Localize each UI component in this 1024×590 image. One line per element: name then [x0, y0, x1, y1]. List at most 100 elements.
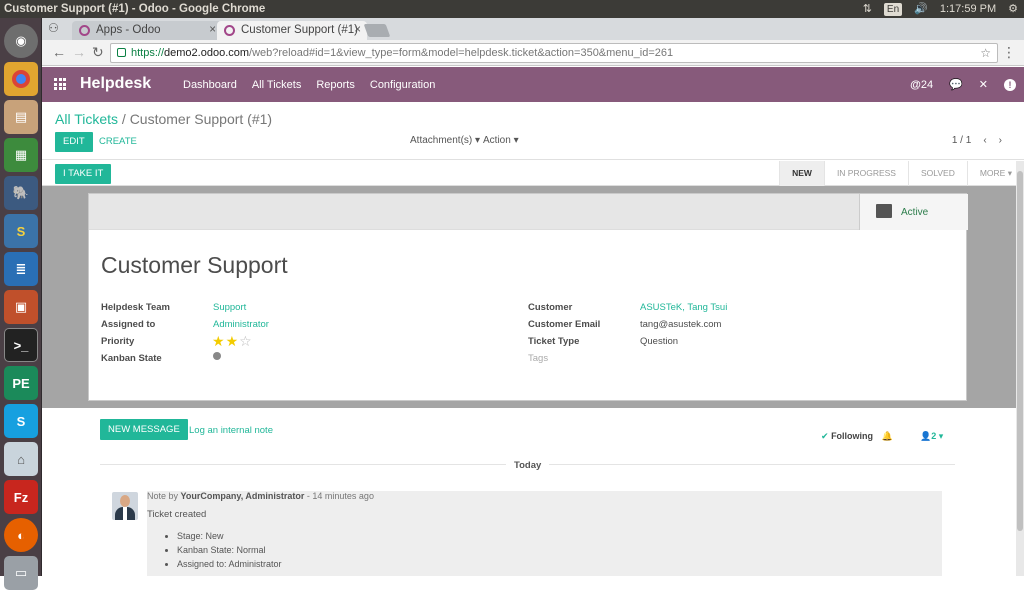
bookmark-star-icon[interactable]: ☆	[980, 44, 991, 62]
tab-label: Customer Support (#1)	[241, 24, 358, 36]
priority-stars: ★★☆	[212, 333, 253, 350]
star-filled-icon[interactable]: ★	[212, 333, 226, 349]
breadcrumb-all-tickets[interactable]: All Tickets	[55, 111, 118, 127]
skype-launcher-icon[interactable]: S	[4, 404, 38, 438]
pycharm-launcher-icon[interactable]: PE	[4, 366, 38, 400]
software-center-launcher-icon[interactable]: ⌂	[4, 442, 38, 476]
mentions-indicator[interactable]: @24	[910, 79, 933, 91]
forward-arrow-icon[interactable]: →	[72, 44, 86, 60]
field-label: Helpdesk Team	[101, 302, 170, 313]
stage-in-progress[interactable]: IN PROGRESS	[823, 161, 908, 186]
breadcrumb-current: Customer Support (#1)	[129, 111, 273, 127]
message-author[interactable]: YourCompany, Administrator	[181, 491, 305, 501]
stage-pipeline: NEW IN PROGRESS SOLVED MORE ▾	[779, 161, 1024, 186]
incognito-icon: ⚇	[48, 21, 59, 35]
power-gear-icon[interactable]: ⚙	[1008, 0, 1018, 18]
new-tab-button[interactable]	[363, 24, 391, 37]
menu-dashboard[interactable]: Dashboard	[183, 79, 237, 91]
check-icon: ✔	[821, 431, 829, 441]
tracking-change-item: Kanban State: Normal	[177, 543, 282, 557]
app-switcher-grid-icon[interactable]	[54, 78, 66, 90]
active-toggle-button[interactable]: Active	[859, 194, 968, 230]
python-launcher-icon[interactable]: S	[4, 214, 38, 248]
log-note-button[interactable]: Log an internal note	[189, 425, 273, 436]
message-time: - 14 minutes ago	[306, 491, 374, 501]
odoo-favicon-icon	[79, 25, 90, 36]
mentions-count: 24	[920, 78, 934, 91]
writer-launcher-icon[interactable]: ≣	[4, 252, 38, 286]
record-pager: 1 / 1 ‹ ›	[952, 135, 1002, 146]
chat-bubbles-icon[interactable]: 💬	[949, 78, 963, 91]
close-tab-icon[interactable]: ×	[209, 21, 216, 40]
stage-solved[interactable]: SOLVED	[907, 161, 967, 186]
menu-reports[interactable]: Reports	[316, 79, 355, 91]
take-it-button[interactable]: I TAKE IT	[55, 164, 112, 184]
firefox-launcher-icon[interactable]: ◐	[4, 518, 38, 552]
debug-tools-icon[interactable]: ✕	[979, 78, 988, 91]
files-launcher-icon[interactable]: ▤	[4, 100, 38, 134]
field-label: Assigned to	[101, 319, 156, 330]
reload-icon[interactable]: ↻	[92, 44, 104, 61]
pager-previous-icon[interactable]: ‹	[983, 135, 986, 146]
close-tab-icon[interactable]: ×	[354, 21, 361, 40]
ticket-title: Customer Support	[101, 252, 288, 278]
message-card: Note by YourCompany, Administrator - 14 …	[147, 491, 942, 576]
pager-value[interactable]: 1 / 1	[952, 135, 971, 146]
volume-icon[interactable]: 🔊	[914, 0, 928, 18]
chrome-launcher-icon[interactable]	[4, 62, 38, 96]
chrome-menu-icon[interactable]: ⋮	[1002, 44, 1016, 61]
followers-count: 2	[931, 431, 937, 441]
form-sheet: Active Customer Support Helpdesk Team Su…	[88, 193, 968, 401]
followers-dropdown[interactable]: 👤2 ▾	[920, 431, 943, 442]
unity-launcher: ◉ ▤ ▦ 🐘 S ≣ ▣ >_ PE S ⌂ Fz ◐ ▭	[0, 18, 42, 590]
message-prefix: Note by	[147, 491, 179, 501]
field-label: Ticket Type	[528, 336, 580, 347]
impress-launcher-icon[interactable]: ▣	[4, 290, 38, 324]
ubuntu-dash-icon[interactable]: ◉	[4, 24, 38, 58]
network-icon[interactable]: ⇅	[863, 0, 872, 18]
tracking-change-item: Stage: New	[177, 529, 282, 543]
new-message-button[interactable]: NEW MESSAGE	[100, 419, 188, 440]
chatter: NEW MESSAGE Log an internal note ✔ Follo…	[42, 408, 1016, 576]
breadcrumb-separator: /	[121, 111, 126, 127]
helpdesk-team-link[interactable]: Support	[213, 302, 246, 313]
scrollbar-thumb[interactable]	[1017, 171, 1023, 531]
spreadsheet-launcher-icon[interactable]: ▦	[4, 138, 38, 172]
following-button[interactable]: ✔ Following 🔔	[821, 431, 893, 442]
odoo-main-navbar: Helpdesk Dashboard All Tickets Reports C…	[42, 67, 1024, 102]
star-filled-icon[interactable]: ★	[226, 333, 240, 349]
pager-next-icon[interactable]: ›	[999, 135, 1002, 146]
user-menu-icon[interactable]: !	[1004, 78, 1016, 91]
assigned-to-link[interactable]: Administrator	[213, 319, 269, 330]
attachments-label: Attachment(s)	[410, 135, 473, 146]
field-label: Priority	[101, 336, 135, 347]
keyboard-layout-indicator[interactable]: En	[883, 2, 903, 16]
stage-new[interactable]: NEW	[779, 161, 824, 186]
attachments-dropdown[interactable]: Attachment(s) ▾	[410, 135, 480, 146]
clock[interactable]: 1:17:59 PM	[940, 0, 996, 18]
edit-button[interactable]: EDIT	[55, 132, 93, 152]
trash-launcher-icon[interactable]: ▭	[4, 556, 38, 590]
author-avatar[interactable]	[112, 492, 138, 520]
app-brand[interactable]: Helpdesk	[80, 75, 151, 93]
filezilla-launcher-icon[interactable]: Fz	[4, 480, 38, 514]
menu-configuration[interactable]: Configuration	[370, 79, 435, 91]
terminal-launcher-icon[interactable]: >_	[4, 328, 38, 362]
odoo-top-menu: Dashboard All Tickets Reports Configurat…	[183, 79, 435, 91]
customer-link[interactable]: ASUSTeK, Tang Tsui	[640, 302, 727, 313]
menu-all-tickets[interactable]: All Tickets	[252, 79, 302, 91]
action-dropdown[interactable]: Action ▾	[483, 135, 519, 146]
page-scrollbar[interactable]	[1016, 161, 1024, 576]
following-label: Following	[831, 431, 874, 441]
tab-apps-odoo[interactable]: Apps - Odoo ×	[72, 21, 222, 40]
star-empty-icon[interactable]: ☆	[239, 333, 253, 349]
bell-icon[interactable]: 🔔	[882, 431, 893, 441]
back-arrow-icon[interactable]: ←	[52, 44, 66, 60]
browser-toolbar: ← → ↻ https://demo2.odoo.com/web?reload#…	[42, 40, 1024, 66]
tab-customer-support[interactable]: Customer Support (#1) ×	[217, 21, 367, 40]
tab-label: Apps - Odoo	[96, 24, 161, 36]
kanban-state-dot-icon[interactable]	[213, 352, 221, 363]
database-launcher-icon[interactable]: 🐘	[4, 176, 38, 210]
create-button[interactable]: CREATE	[99, 132, 137, 152]
address-bar[interactable]: https://demo2.odoo.com/web?reload#id=1&v…	[110, 43, 998, 63]
